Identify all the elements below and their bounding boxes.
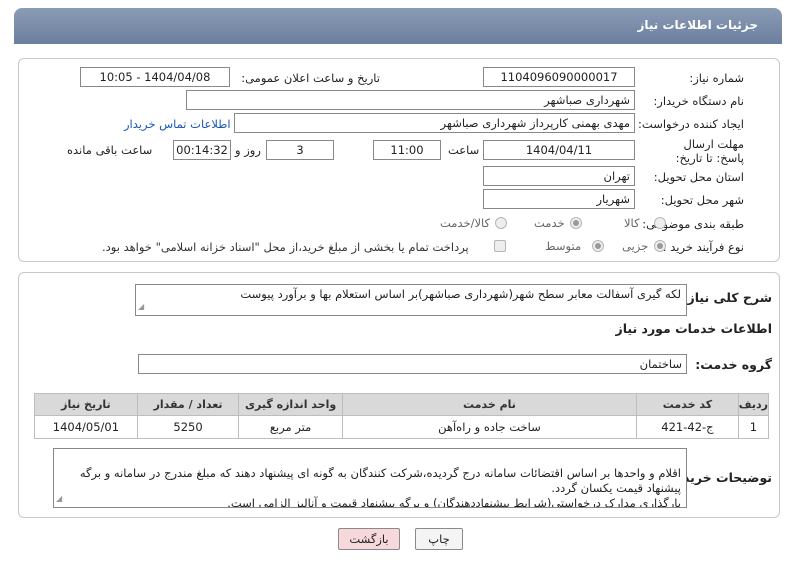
back-button[interactable]: بازگشت (338, 528, 400, 550)
category-radio-goods-service[interactable] (495, 217, 507, 229)
cell-row: 1 (737, 415, 770, 439)
description-text: لکه گیری آسفالت معابر سطح شهر(شهرداری صب… (240, 287, 681, 301)
days-field: 3 (266, 140, 334, 160)
time-label: ساعت (448, 143, 480, 157)
col-header-row: ردیف (737, 393, 770, 416)
services-table: ردیف کد خدمت نام خدمت واحد اندازه گیری ت… (34, 393, 770, 439)
cell-date: 1404/05/01 (34, 415, 138, 439)
cell-name: ساخت جاده و راه‌آهن (341, 415, 638, 439)
city-label: شهر محل تحویل: (660, 193, 744, 207)
col-header-date: تاریخ نیاز (34, 393, 138, 416)
process-radio-minor[interactable] (654, 240, 666, 252)
need-number-label: شماره نیاز: (689, 71, 744, 85)
cell-code: ج-42-421 (636, 415, 739, 439)
days-label: روز و (235, 143, 261, 157)
col-header-code: کد خدمت (636, 393, 739, 416)
col-header-unit: واحد اندازه گیری (238, 393, 343, 416)
description-textarea: لکه گیری آسفالت معابر سطح شهر(شهرداری صب… (135, 284, 687, 316)
buyer-contact-link[interactable]: اطلاعات تماس خریدار (124, 117, 231, 131)
category-radio-goods[interactable] (654, 217, 666, 229)
category-option-goods-service: کالا/خدمت (440, 216, 491, 230)
process-radio-medium[interactable] (592, 240, 604, 252)
buyer-org-field: شهرداری صباشهر (186, 90, 635, 110)
col-header-qty: تعداد / مقدار (136, 393, 240, 416)
process-option-minor: جزیی (622, 239, 649, 253)
deadline-time-field: 11:00 (373, 140, 441, 160)
page-title: جزئیات اطلاعات نیاز (637, 18, 758, 32)
resize-grip-icon: ◢ (56, 494, 63, 503)
creator-label: ایجاد کننده درخواست: (638, 117, 744, 131)
info-panel (18, 58, 780, 262)
creator-field: مهدی بهمنی کارپرداز شهرداری صباشهر (234, 113, 635, 133)
print-button[interactable]: چاپ (415, 528, 463, 550)
treasury-payment-checkbox[interactable] (494, 240, 506, 252)
city-field: شهریار (483, 189, 635, 209)
description-label: شرح کلی نیاز: (682, 290, 772, 305)
col-header-name: نام خدمت (341, 393, 638, 416)
deadline-date-field: 1404/04/11 (483, 140, 635, 160)
category-option-goods: کالا (624, 216, 640, 230)
need-number-field: 1104096090000017 (483, 67, 635, 87)
category-option-service: خدمت (534, 216, 565, 230)
category-radio-service[interactable] (570, 217, 582, 229)
service-group-field: ساختمان (138, 354, 687, 374)
buyer-notes-textarea: اقلام و واحدها بر اساس اقتضائات سامانه د… (53, 448, 687, 508)
services-section-title: اطلاعات خدمات مورد نیاز (615, 321, 773, 336)
province-field: تهران (483, 166, 635, 186)
deadline-label: مهلت ارسال پاسخ: تا تاریخ: (675, 137, 744, 165)
service-group-label: گروه خدمت: (695, 357, 772, 372)
announce-label: تاریخ و ساعت اعلان عمومی: (241, 71, 380, 85)
process-option-medium: متوسط (545, 239, 582, 253)
buyer-notes-text: اقلام و واحدها بر اساس اقتضائات سامانه د… (79, 466, 681, 508)
treasury-payment-note: پرداخت تمام یا بخشی از مبلغ خرید،از محل … (102, 240, 469, 254)
cell-qty: 5250 (136, 415, 240, 439)
table-header-row: ردیف کد خدمت نام خدمت واحد اندازه گیری ت… (34, 393, 770, 416)
buyer-org-label: نام دستگاه خریدار: (653, 94, 744, 108)
announce-field: 1404/04/08 - 10:05 (80, 67, 230, 87)
remaining-time-field: 00:14:32 (173, 140, 231, 160)
process-label: نوع فرآیند خرید : (662, 240, 744, 254)
resize-grip-icon: ◢ (138, 302, 145, 311)
cell-unit: متر مربع (238, 415, 343, 439)
page-header: جزئیات اطلاعات نیاز (14, 8, 782, 44)
remaining-label: ساعت باقی مانده (67, 143, 153, 157)
province-label: استان محل تحویل: (653, 170, 744, 184)
table-row: 1 ج-42-421 ساخت جاده و راه‌آهن متر مربع … (34, 415, 770, 439)
